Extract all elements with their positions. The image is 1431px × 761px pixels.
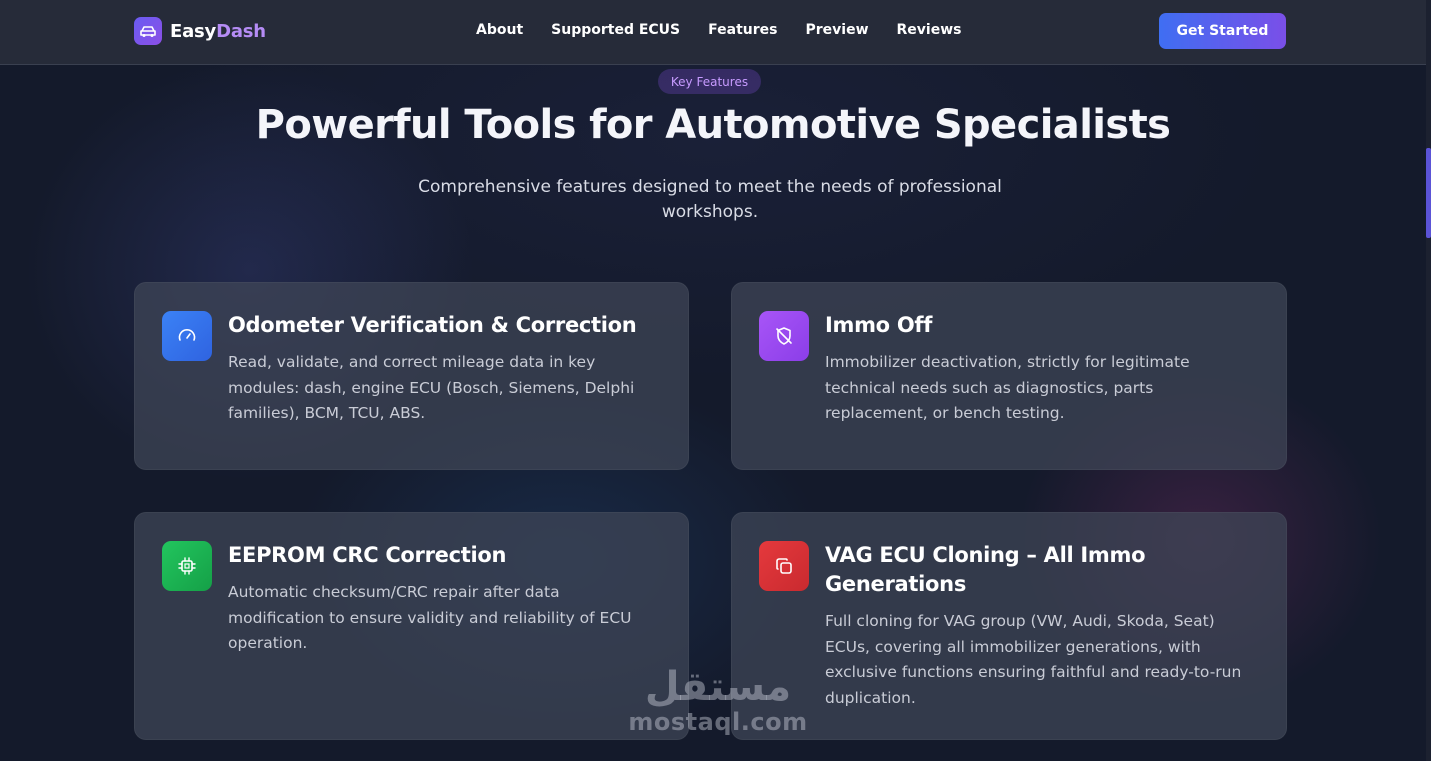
feature-description: Immobilizer deactivation, strictly for l… [825, 353, 1190, 422]
section-badge: Key Features [658, 69, 761, 94]
feature-card-odometer: Odometer Verification & Correction Read,… [134, 282, 689, 470]
nav-link-preview[interactable]: Preview [805, 22, 868, 38]
feature-card-immo-off: Immo Off Immobilizer deactivation, stric… [731, 282, 1287, 470]
feature-card-vag-cloning: VAG ECU Cloning – All Immo Generations F… [731, 512, 1287, 740]
feature-description: Automatic checksum/CRC repair after data… [228, 583, 632, 652]
feature-title: VAG ECU Cloning – All Immo Generations [825, 543, 1146, 596]
mostaql-watermark: مستقل mostaql.com [628, 665, 808, 735]
get-started-button[interactable]: Get Started [1159, 13, 1286, 49]
watermark-arabic: مستقل [644, 664, 792, 710]
feature-description: Read, validate, and correct mileage data… [228, 353, 635, 422]
section-title: Powerful Tools for Automotive Specialist… [255, 102, 1171, 148]
shield-off-icon [759, 311, 809, 361]
brand-name-dash: Dash [216, 20, 266, 42]
nav-link-features[interactable]: Features [708, 22, 777, 38]
brand-name: EasyDash [170, 21, 266, 42]
nav-links: About Supported ECUS Features Preview Re… [476, 22, 989, 38]
section-subtitle: Comprehensive features designed to meet … [418, 177, 1002, 222]
scrollbar-thumb[interactable] [1426, 148, 1431, 238]
brand-logo-link[interactable]: EasyDash [134, 17, 266, 45]
nav-link-about[interactable]: About [476, 22, 523, 38]
feature-title: EEPROM CRC Correction [228, 543, 507, 567]
watermark-latin: mostaql.com [628, 708, 808, 736]
feature-title: Odometer Verification & Correction [228, 313, 637, 337]
navbar: EasyDash About Supported ECUS Features P… [0, 0, 1426, 65]
brand-name-easy: Easy [170, 20, 217, 42]
chip-icon [162, 541, 212, 591]
copy-icon [759, 541, 809, 591]
feature-description: Full cloning for VAG group (VW, Audi, Sk… [825, 612, 1242, 707]
scrollbar[interactable] [1426, 0, 1431, 761]
nav-link-supported-ecus[interactable]: Supported ECUS [551, 22, 680, 38]
feature-card-eeprom: EEPROM CRC Correction Automatic checksum… [134, 512, 689, 740]
car-icon [134, 17, 162, 45]
feature-title: Immo Off [825, 313, 933, 337]
nav-link-reviews[interactable]: Reviews [897, 22, 962, 38]
speedometer-icon [162, 311, 212, 361]
